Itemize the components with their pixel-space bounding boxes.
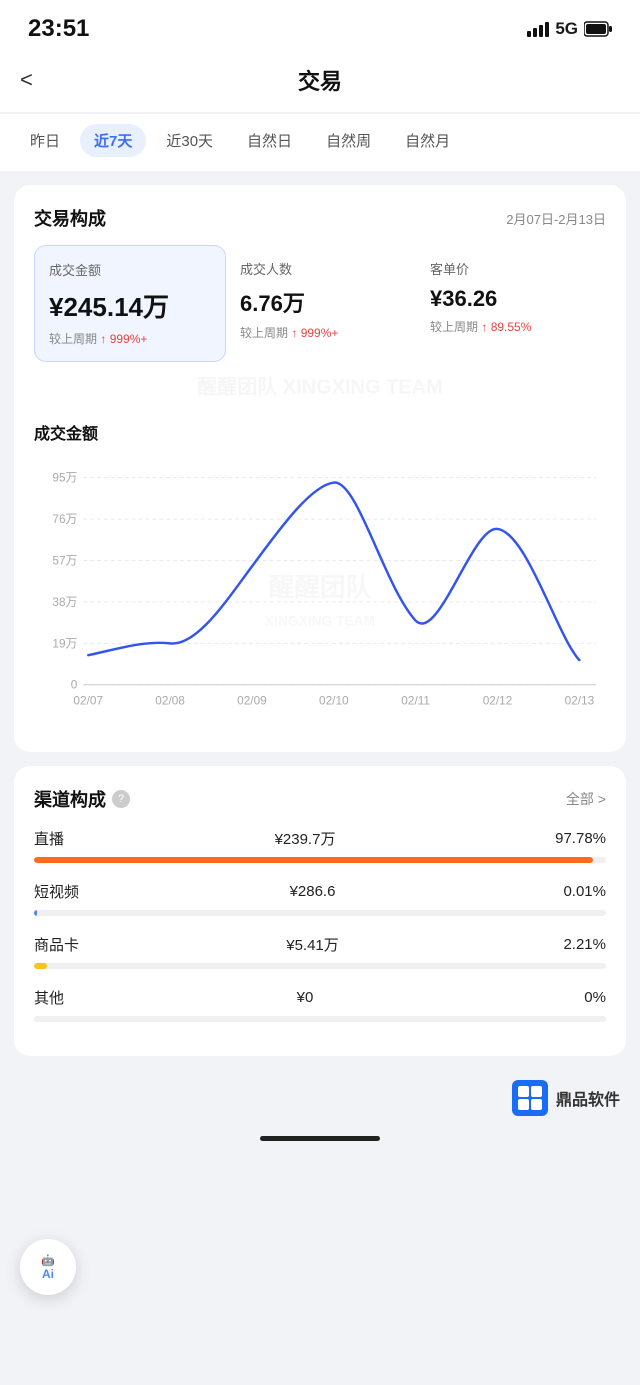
transaction-composition-card: 交易构成 2月07日-2月13日 成交金额 ¥245.14万 较上周期 ↑ 99… xyxy=(14,185,626,752)
channel-live-bar-fill xyxy=(34,857,593,863)
svg-text:0: 0 xyxy=(71,678,78,692)
svg-text:02/09: 02/09 xyxy=(237,693,267,707)
brand-name: 鼎品软件 xyxy=(556,1086,620,1110)
network-label: 5G xyxy=(555,19,578,39)
tab-yesterday[interactable]: 昨日 xyxy=(16,124,74,157)
chart-section: 成交金额 95万 76万 57万 38万 19万 0 02/0 xyxy=(34,420,606,736)
channel-composition-card: 渠道构成 ? 全部 > 直播 ¥239.7万 97.78% 短视频 ¥286.6… xyxy=(14,766,626,1056)
composition-title: 交易构成 xyxy=(34,205,106,231)
ai-float-button[interactable]: 🤖 Ai xyxy=(20,1239,76,1295)
channel-other-row: 其他 ¥0 0% xyxy=(34,987,606,1008)
signal-icon xyxy=(527,21,549,37)
svg-text:02/12: 02/12 xyxy=(483,693,513,707)
help-icon[interactable]: ? xyxy=(112,790,130,808)
channel-title: 渠道构成 xyxy=(34,786,106,812)
chart-container: 95万 76万 57万 38万 19万 0 02/07 02/08 02/09 … xyxy=(34,456,606,736)
channel-card-row: 商品卡 ¥5.41万 2.21% xyxy=(34,934,606,955)
metric-avg-change: 较上周期 ↑ 89.55% xyxy=(430,318,592,335)
channel-header: 渠道构成 ? 全部 > xyxy=(34,786,606,812)
channel-video-row: 短视频 ¥286.6 0.01% xyxy=(34,881,606,902)
channel-item-other: 其他 ¥0 0% xyxy=(34,987,606,1022)
tab-natural-day[interactable]: 自然日 xyxy=(233,124,306,157)
page-title: 交易 xyxy=(298,64,342,96)
channel-title-wrap: 渠道构成 ? xyxy=(34,786,130,812)
metric-buyers-change: 较上周期 ↑ 999%+ xyxy=(240,324,402,341)
tab-7days[interactable]: 近7天 xyxy=(80,124,146,157)
channel-card-bar-bg xyxy=(34,963,606,969)
channel-card-name: 商品卡 xyxy=(34,934,79,955)
tab-natural-week[interactable]: 自然周 xyxy=(312,124,385,157)
watermark: 醒醒团队 XINGXING TEAM xyxy=(197,371,443,400)
home-indicator xyxy=(0,1126,640,1157)
channel-live-name: 直播 xyxy=(34,828,64,849)
channel-video-pct: 0.01% xyxy=(546,883,606,900)
channel-live-pct: 97.78% xyxy=(546,830,606,847)
channel-item-video: 短视频 ¥286.6 0.01% xyxy=(34,881,606,916)
metric-avg-price[interactable]: 客单价 ¥36.26 较上周期 ↑ 89.55% xyxy=(416,245,606,362)
metric-avg-value: ¥36.26 xyxy=(430,286,592,312)
metric-amount[interactable]: 成交金额 ¥245.14万 较上周期 ↑ 999%+ xyxy=(34,245,226,362)
back-button[interactable]: < xyxy=(20,67,33,93)
metric-avg-label: 客单价 xyxy=(430,259,592,278)
channel-card-pct: 2.21% xyxy=(546,936,606,953)
status-icons: 5G xyxy=(527,19,612,39)
svg-text:38万: 38万 xyxy=(52,595,77,609)
channel-video-bar-bg xyxy=(34,910,606,916)
channel-other-pct: 0% xyxy=(546,989,606,1006)
channel-other-amount: ¥0 xyxy=(297,989,314,1006)
channel-video-name: 短视频 xyxy=(34,881,79,902)
metric-amount-value: ¥245.14万 xyxy=(49,287,211,324)
bottom-brand: 鼎品软件 xyxy=(0,1070,640,1126)
channel-other-bar-bg xyxy=(34,1016,606,1022)
chart-title: 成交金额 xyxy=(34,420,606,444)
channel-video-amount: ¥286.6 xyxy=(290,883,336,900)
channel-item-live: 直播 ¥239.7万 97.78% xyxy=(34,828,606,863)
tab-30days[interactable]: 近30天 xyxy=(152,124,227,157)
channel-live-row: 直播 ¥239.7万 97.78% xyxy=(34,828,606,849)
metric-amount-label: 成交金额 xyxy=(49,260,211,279)
metric-amount-change: 较上周期 ↑ 999%+ xyxy=(49,330,211,347)
channel-video-bar-fill xyxy=(34,910,37,916)
view-all-button[interactable]: 全部 > xyxy=(566,789,606,809)
brand-logo-icon xyxy=(512,1080,548,1116)
tab-bar: 昨日 近7天 近30天 自然日 自然周 自然月 xyxy=(0,114,640,171)
svg-text:02/13: 02/13 xyxy=(565,693,595,707)
svg-text:57万: 57万 xyxy=(52,553,77,567)
channel-item-card: 商品卡 ¥5.41万 2.21% xyxy=(34,934,606,969)
channel-live-amount: ¥239.7万 xyxy=(275,828,336,849)
svg-text:02/11: 02/11 xyxy=(401,693,430,707)
date-range: 2月07日-2月13日 xyxy=(506,209,606,228)
svg-text:醒醒团队: 醒醒团队 xyxy=(269,573,372,602)
metric-buyers[interactable]: 成交人数 6.76万 较上周期 ↑ 999%+ xyxy=(226,245,416,362)
svg-text:XINGXING TEAM: XINGXING TEAM xyxy=(265,614,375,629)
channel-card-amount: ¥5.41万 xyxy=(286,934,339,955)
channel-card-bar-fill xyxy=(34,963,47,969)
line-chart: 95万 76万 57万 38万 19万 0 02/07 02/08 02/09 … xyxy=(34,456,606,736)
header: < 交易 xyxy=(0,52,640,112)
status-bar: 23:51 5G xyxy=(0,0,640,52)
channel-other-name: 其他 xyxy=(34,987,64,1008)
status-time: 23:51 xyxy=(28,15,89,43)
card-header: 交易构成 2月07日-2月13日 xyxy=(34,205,606,231)
svg-text:76万: 76万 xyxy=(52,512,77,526)
svg-text:02/07: 02/07 xyxy=(73,693,103,707)
metrics-row: 成交金额 ¥245.14万 较上周期 ↑ 999%+ 成交人数 6.76万 较上… xyxy=(34,245,606,362)
channel-live-bar-bg xyxy=(34,857,606,863)
svg-text:02/10: 02/10 xyxy=(319,693,349,707)
battery-icon xyxy=(584,21,612,37)
metric-buyers-label: 成交人数 xyxy=(240,259,402,278)
metric-buyers-value: 6.76万 xyxy=(240,286,402,318)
ai-button-label: Ai xyxy=(42,1267,54,1281)
svg-text:95万: 95万 xyxy=(52,471,77,485)
svg-text:02/08: 02/08 xyxy=(155,693,185,707)
home-indicator-bar xyxy=(260,1136,380,1141)
tab-natural-month[interactable]: 自然月 xyxy=(391,124,464,157)
svg-text:19万: 19万 xyxy=(52,636,77,650)
